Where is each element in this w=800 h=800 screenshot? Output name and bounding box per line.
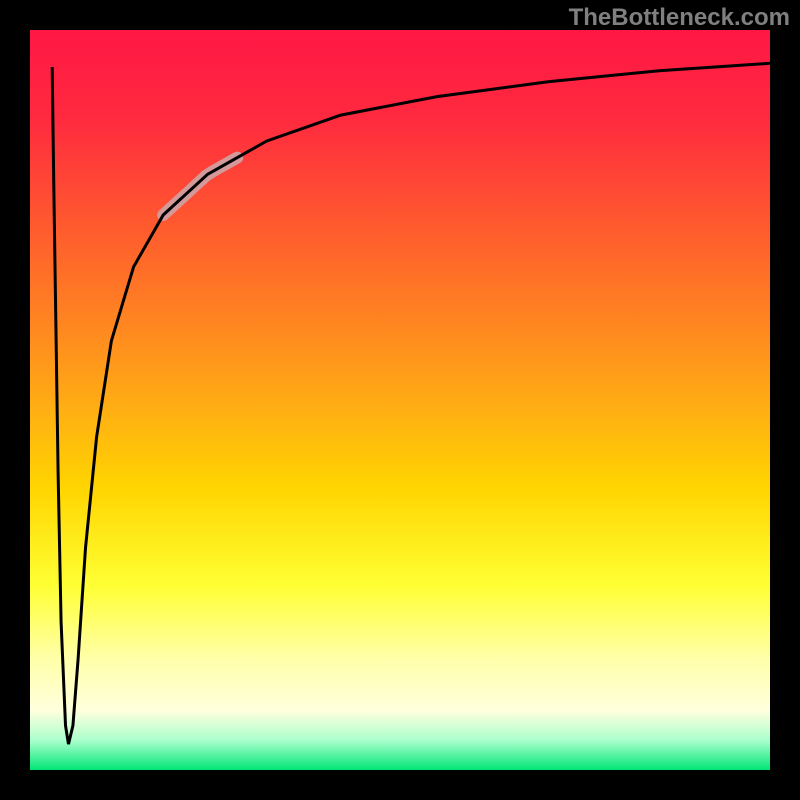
watermark-text: TheBottleneck.com [569,4,790,32]
chart-container: TheBottleneck.com [0,0,800,800]
chart-svg [0,0,800,800]
plot-background [30,30,770,770]
